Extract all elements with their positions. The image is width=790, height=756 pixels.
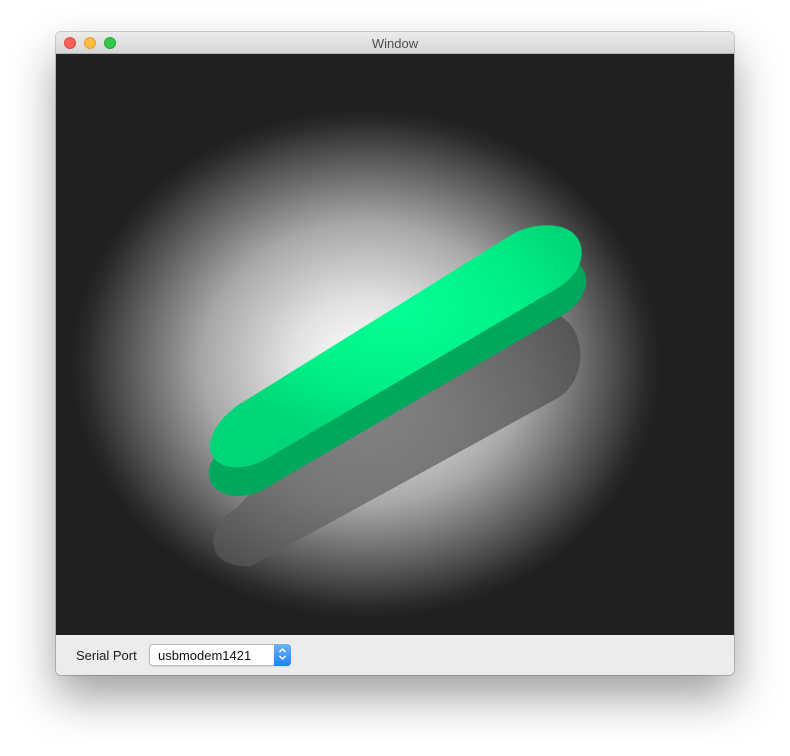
bottom-toolbar: Serial Port usbmodem1421 xyxy=(56,635,734,675)
3d-viewport[interactable] xyxy=(56,54,734,635)
scene-canvas xyxy=(56,54,734,635)
serial-port-select[interactable]: usbmodem1421 xyxy=(149,644,291,666)
serial-port-label: Serial Port xyxy=(76,648,137,663)
window-title: Window xyxy=(371,36,419,51)
chevron-updown-icon xyxy=(278,647,287,661)
app-window: Window Serial Port usbmodem1421 xyxy=(56,32,734,675)
title-bar[interactable]: Window xyxy=(56,32,734,54)
serial-port-value: usbmodem1421 xyxy=(158,648,252,663)
updown-chevron-icon[interactable] xyxy=(274,644,291,666)
